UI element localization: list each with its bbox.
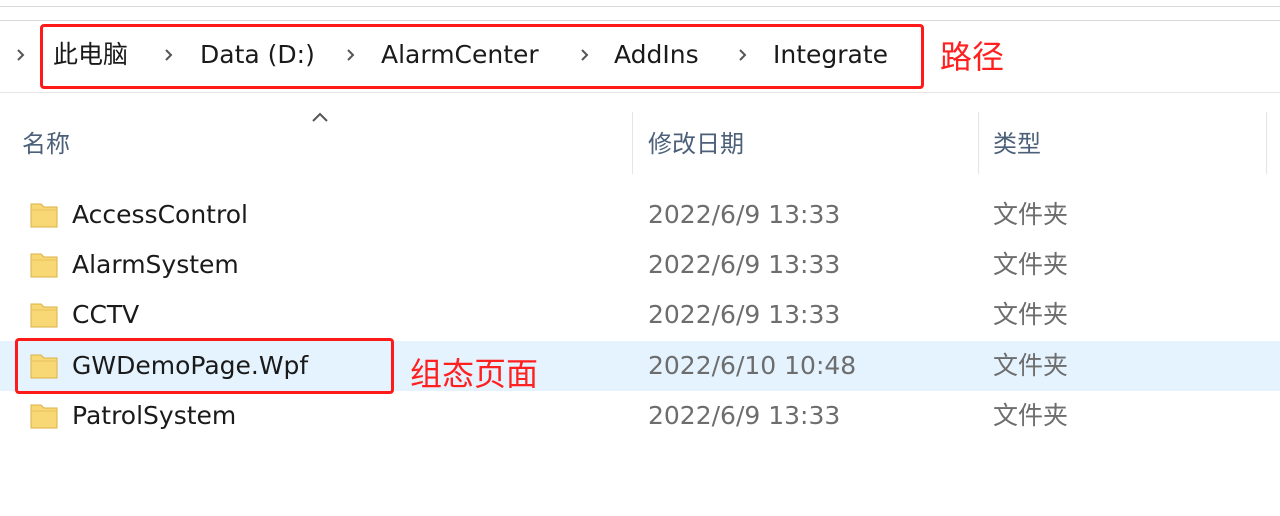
divider <box>0 6 1280 7</box>
file-name: AlarmSystem <box>72 250 239 279</box>
config-page-annotation: 组态页面 <box>410 355 539 393</box>
column-header-date-modified[interactable]: 修改日期 <box>648 124 744 164</box>
file-type: 文件夹 <box>993 300 1069 329</box>
file-name: PatrolSystem <box>72 401 237 430</box>
file-row[interactable]: AlarmSystem 2022/6/9 13:33 文件夹 <box>0 240 1280 290</box>
file-type: 文件夹 <box>993 351 1069 380</box>
toolbar-edge <box>0 0 1280 20</box>
file-type: 文件夹 <box>993 401 1069 430</box>
file-date-modified: 2022/6/9 13:33 <box>648 250 841 279</box>
sort-ascending-icon <box>311 108 329 122</box>
file-name: AccessControl <box>72 200 248 229</box>
path-highlight-box <box>40 24 924 89</box>
file-row[interactable]: PatrolSystem 2022/6/9 13:33 文件夹 <box>0 391 1280 441</box>
file-row[interactable]: CCTV 2022/6/9 13:33 文件夹 <box>0 290 1280 340</box>
divider <box>0 20 1280 21</box>
file-type: 文件夹 <box>993 200 1069 229</box>
file-name: CCTV <box>72 300 140 329</box>
column-header-name[interactable]: 名称 <box>22 124 70 164</box>
column-header-type[interactable]: 类型 <box>993 124 1041 164</box>
file-date-modified: 2022/6/9 13:33 <box>648 300 841 329</box>
file-row[interactable]: AccessControl 2022/6/9 13:33 文件夹 <box>0 190 1280 240</box>
divider <box>0 92 1280 93</box>
folder-icon <box>28 199 60 231</box>
folder-icon <box>28 400 60 432</box>
column-divider[interactable] <box>978 112 979 174</box>
file-date-modified: 2022/6/10 10:48 <box>648 351 857 380</box>
file-type: 文件夹 <box>993 250 1069 279</box>
file-date-modified: 2022/6/9 13:33 <box>648 200 841 229</box>
column-divider[interactable] <box>632 112 633 174</box>
column-divider[interactable] <box>1266 112 1267 174</box>
file-date-modified: 2022/6/9 13:33 <box>648 401 841 430</box>
chevron-right-icon[interactable] <box>16 47 26 63</box>
path-annotation: 路径 <box>940 38 1005 76</box>
folder-icon <box>28 249 60 281</box>
folder-icon <box>28 299 60 331</box>
config-page-highlight-box <box>15 338 394 394</box>
